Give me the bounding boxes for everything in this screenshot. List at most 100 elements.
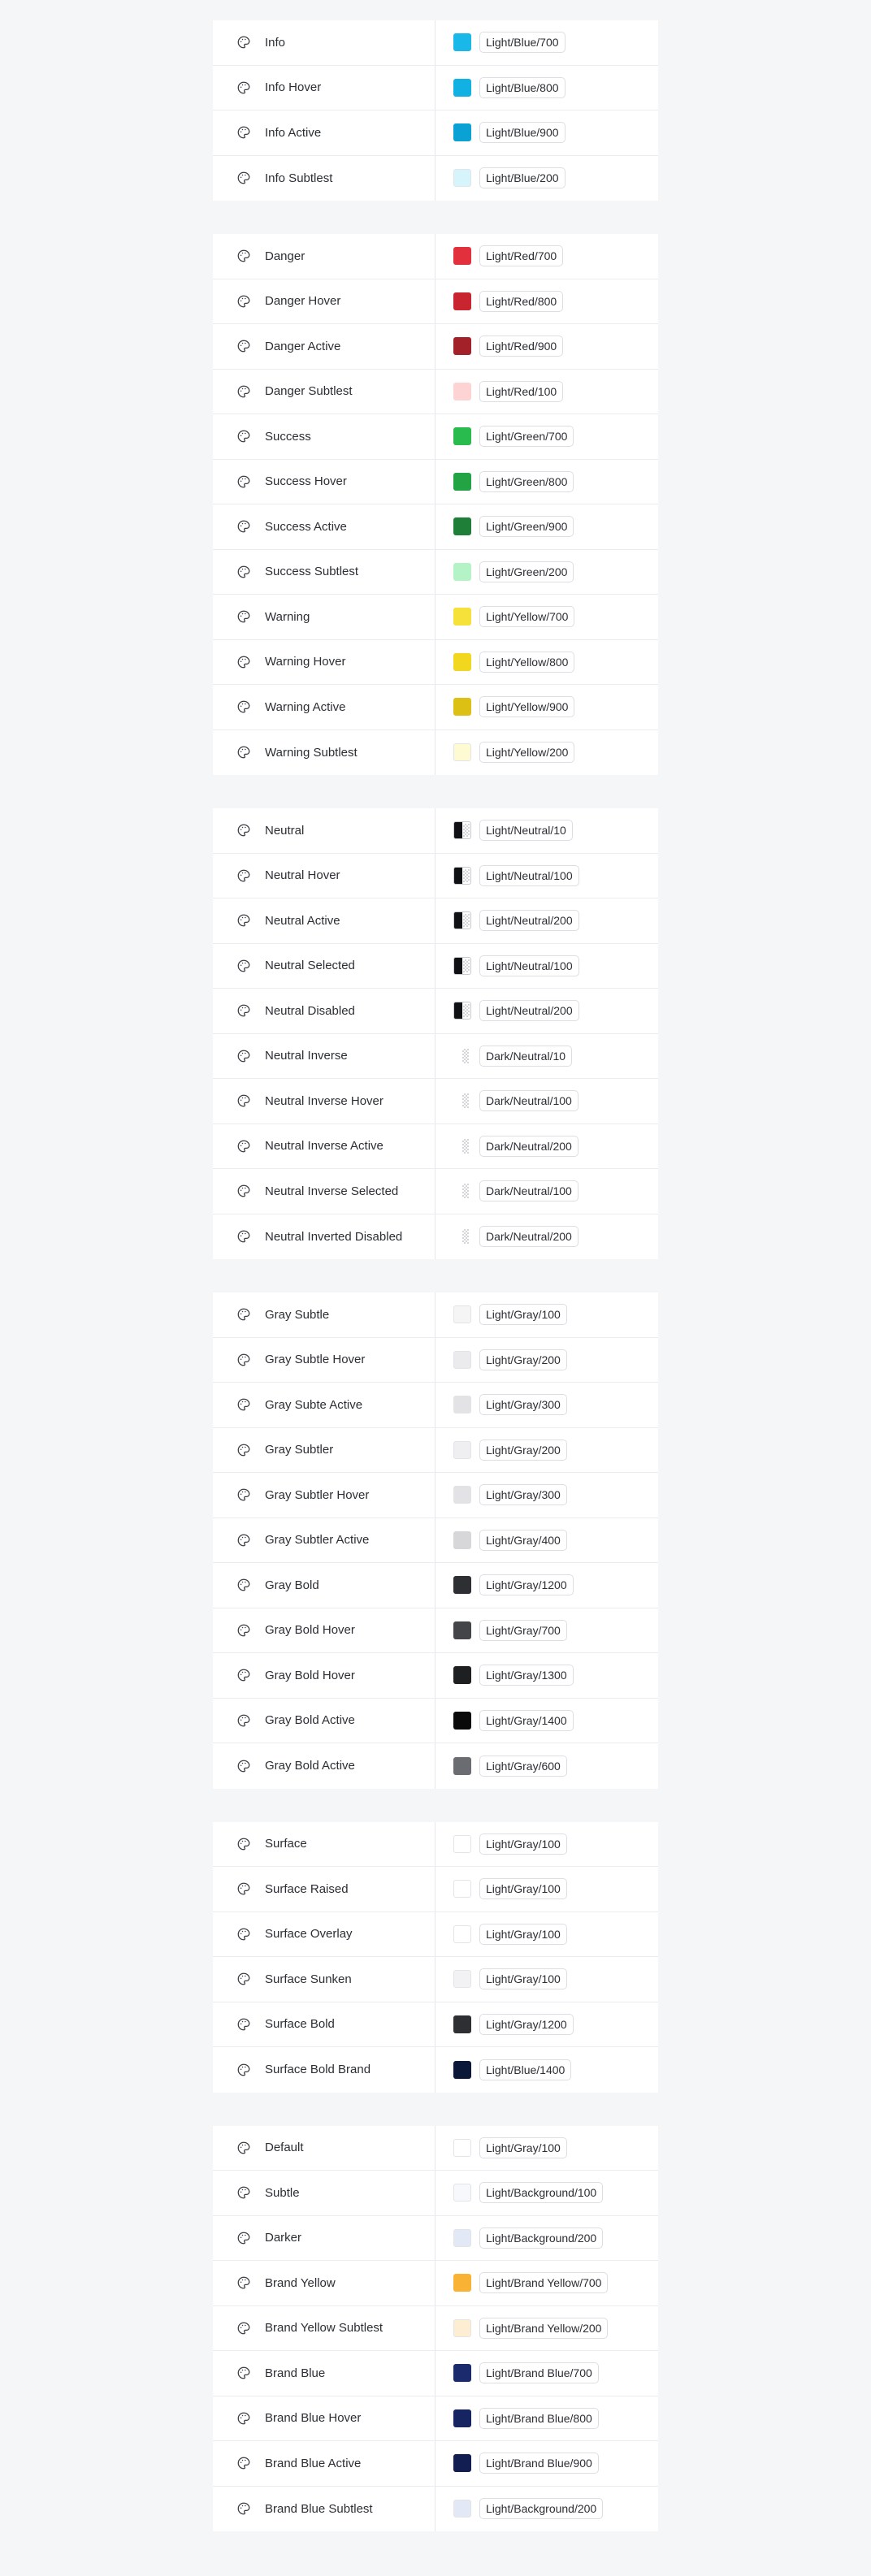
palette-icon — [236, 2016, 252, 2033]
token-value-cell: Light/Green/700 — [436, 414, 658, 459]
token-name: Gray Bold Active — [265, 1759, 355, 1773]
token-row: Danger Subtlest Light/Red/100 — [213, 369, 658, 414]
token-row: Neutral Selected Light/Neutral/100 — [213, 943, 658, 989]
token-row: Surface Sunken Light/Gray/100 — [213, 1957, 658, 2002]
palette-icon — [236, 34, 252, 50]
token-row: Neutral Hover Light/Neutral/100 — [213, 853, 658, 898]
token-name-cell: Danger — [213, 234, 436, 279]
palette-icon — [236, 1306, 252, 1323]
token-name-cell: Gray Subtler — [213, 1427, 436, 1472]
token-reference: Light/Brand Blue/900 — [479, 2453, 599, 2474]
color-swatch — [453, 1756, 471, 1775]
color-swatch — [453, 2184, 471, 2202]
token-name-cell: Neutral Inverse — [213, 1033, 436, 1078]
token-value-cell: Light/Yellow/900 — [436, 685, 658, 730]
token-reference: Light/Neutral/100 — [479, 955, 579, 976]
token-name-cell: Brand Yellow Subtlest — [213, 2305, 436, 2350]
palette-icon — [236, 2275, 252, 2291]
token-name-cell: Neutral Inverse Selected — [213, 1169, 436, 1214]
token-reference: Light/Gray/1200 — [479, 2013, 574, 2035]
token-name: Gray Subtle Hover — [265, 1353, 366, 1367]
token-reference: Light/Gray/300 — [479, 1484, 567, 1506]
color-swatch — [453, 1711, 471, 1730]
palette-icon — [236, 1396, 252, 1413]
token-reference: Light/Gray/100 — [479, 1304, 567, 1326]
token-value-cell: Light/Gray/300 — [436, 1473, 658, 1517]
token-row: Warning Light/Yellow/700 — [213, 595, 658, 640]
color-swatch — [453, 562, 471, 581]
token-name-cell: Surface Overlay — [213, 1911, 436, 1956]
token-name-cell: Gray Subtler Active — [213, 1517, 436, 1562]
token-row: Gray Bold Hover Light/Gray/700 — [213, 1608, 658, 1653]
token-name: Brand Blue Active — [265, 2456, 362, 2470]
token-value-cell: Light/Green/900 — [436, 504, 658, 549]
token-name: Danger — [265, 249, 306, 263]
palette-icon — [236, 80, 252, 96]
token-value-cell: Light/Red/800 — [436, 279, 658, 324]
token-value-cell: Light/Neutral/100 — [436, 944, 658, 989]
palette-icon — [236, 564, 252, 580]
token-name: Gray Subtler Active — [265, 1533, 370, 1548]
palette-icon — [236, 383, 252, 400]
token-name-cell: Neutral Active — [213, 898, 436, 943]
color-swatch — [453, 821, 471, 840]
color-swatch — [453, 1046, 471, 1065]
palette-icon — [236, 1971, 252, 1987]
token-reference: Light/Blue/200 — [479, 167, 566, 189]
token-reference: Light/Yellow/200 — [479, 742, 575, 764]
token-value-cell: Light/Gray/300 — [436, 1383, 658, 1427]
color-swatch — [453, 2500, 471, 2518]
token-value-cell: Light/Brand Yellow/200 — [436, 2306, 658, 2351]
token-row: Surface Bold Light/Gray/1200 — [213, 2002, 658, 2047]
token-row: Subtle Light/Background/100 — [213, 2171, 658, 2216]
token-name-cell: Gray Bold Hover — [213, 1653, 436, 1698]
palette-icon — [236, 608, 252, 625]
token-name-cell: Info Subtlest — [213, 155, 436, 201]
token-name: Neutral Inverse — [265, 1049, 348, 1063]
token-value-cell: Light/Blue/700 — [436, 20, 658, 65]
color-swatch — [453, 1182, 471, 1201]
token-reference: Light/Neutral/10 — [479, 820, 573, 842]
token-name: Warning — [265, 609, 310, 624]
token-reference: Light/Gray/1400 — [479, 1709, 574, 1731]
token-row: Gray Subtle Light/Gray/100 — [213, 1292, 658, 1338]
token-row: Gray Subtler Light/Gray/200 — [213, 1427, 658, 1473]
token-value-cell: Light/Neutral/200 — [436, 989, 658, 1033]
token-name-cell: Neutral Hover — [213, 853, 436, 898]
token-reference: Light/Red/700 — [479, 245, 564, 267]
token-row: Surface Raised Light/Gray/100 — [213, 1867, 658, 1912]
palette-icon — [236, 2320, 252, 2336]
palette-icon — [236, 1183, 252, 1199]
token-name: Surface — [265, 1837, 307, 1851]
token-name: Surface Overlay — [265, 1927, 353, 1942]
token-row: Info Active Light/Blue/900 — [213, 110, 658, 156]
token-name: Neutral Inverse Active — [265, 1139, 384, 1154]
color-swatch — [453, 1002, 471, 1020]
palette-icon — [236, 293, 252, 310]
color-swatch — [453, 911, 471, 930]
token-reference: Dark/Neutral/10 — [479, 1045, 573, 1067]
token-name-cell: Neutral Disabled — [213, 989, 436, 1033]
token-row: Default Light/Gray/100 — [213, 2125, 658, 2171]
token-name-cell: Neutral Inverse Hover — [213, 1079, 436, 1123]
token-reference: Light/Gray/300 — [479, 1394, 567, 1416]
token-value-cell: Light/Brand Yellow/700 — [436, 2261, 658, 2305]
color-swatch — [453, 1092, 471, 1110]
token-reference: Light/Gray/700 — [479, 1619, 567, 1641]
token-name: Surface Bold Brand — [265, 2063, 371, 2077]
token-name: Gray Bold Active — [265, 1713, 355, 1728]
token-name: Brand Blue Subtlest — [265, 2501, 373, 2516]
color-swatch — [453, 472, 471, 491]
token-value-cell: Light/Green/200 — [436, 550, 658, 595]
token-name-cell: Gray Bold Hover — [213, 1608, 436, 1652]
token-name: Neutral Inverse Selected — [265, 1184, 399, 1198]
token-reference: Light/Red/800 — [479, 290, 564, 312]
token-row: Neutral Disabled Light/Neutral/200 — [213, 989, 658, 1034]
token-value-cell: Light/Gray/100 — [436, 2126, 658, 2171]
token-name: Neutral Hover — [265, 868, 340, 883]
palette-icon — [236, 1758, 252, 1774]
token-name: Success Hover — [265, 474, 347, 489]
token-value-cell: Light/Neutral/10 — [436, 808, 658, 853]
token-row: Info Subtlest Light/Blue/200 — [213, 155, 658, 201]
token-name: Info — [265, 35, 286, 50]
